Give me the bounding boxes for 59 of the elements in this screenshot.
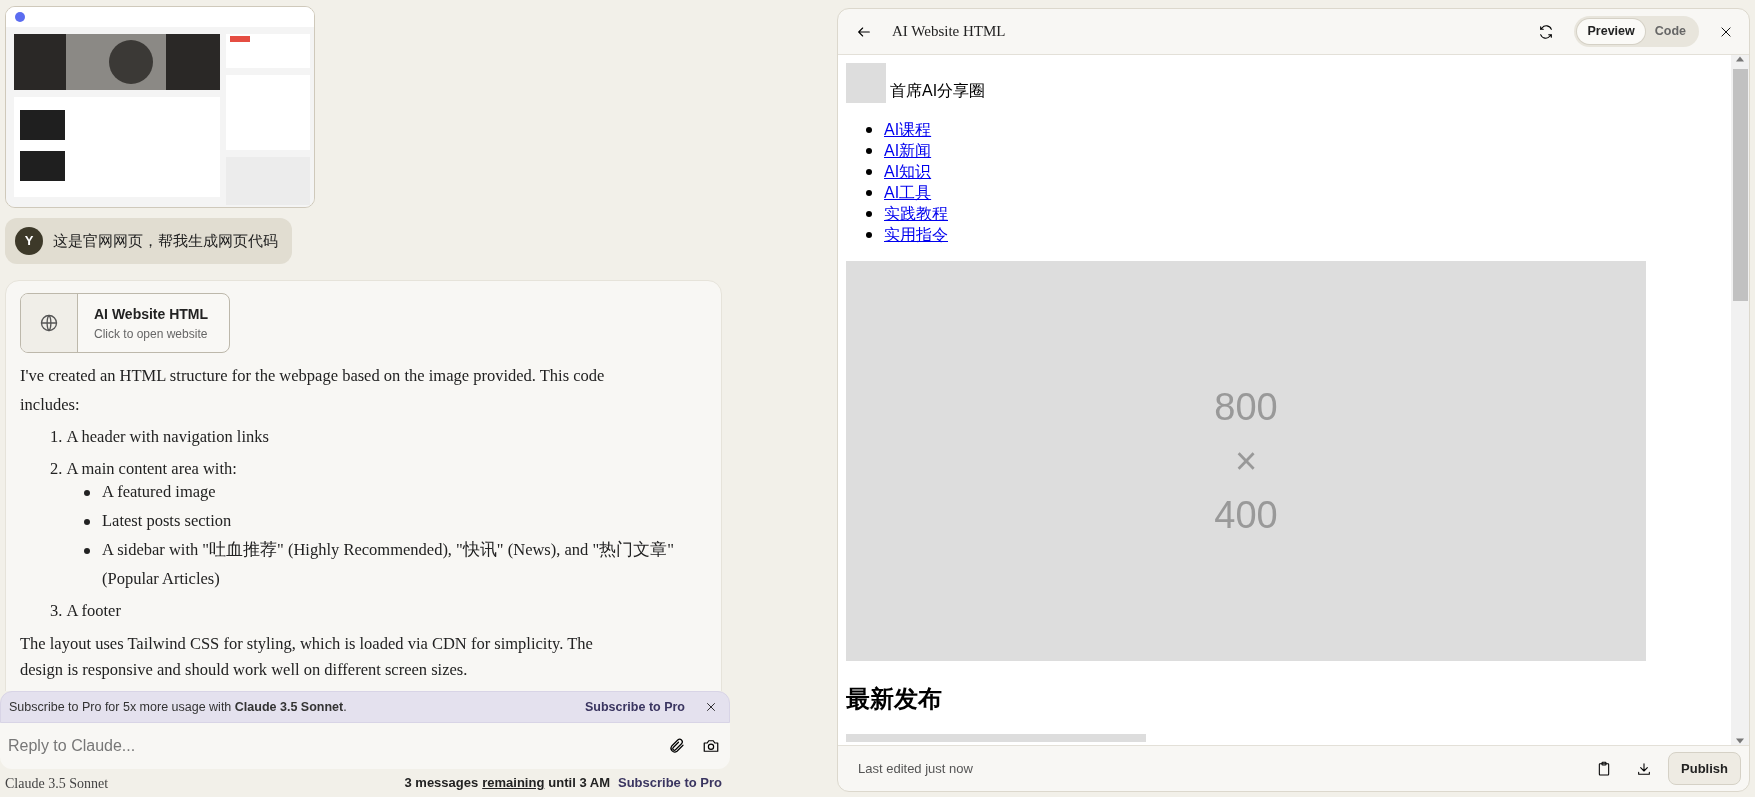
remaining-link[interactable]: remaining — [482, 773, 545, 793]
publish-button[interactable]: Publish — [1668, 751, 1741, 786]
nav-link[interactable]: AI工具 — [884, 182, 932, 203]
nav-link[interactable]: AI课程 — [884, 119, 932, 140]
section-heading: 最新发布 — [846, 685, 943, 714]
bullet-icon — [866, 168, 872, 175]
scroll-up-icon[interactable] — [1735, 55, 1745, 63]
nav-link[interactable]: 实践教程 — [884, 203, 948, 224]
close-icon — [705, 701, 717, 713]
list-number: 1. — [50, 426, 63, 448]
refresh-icon — [1538, 23, 1555, 40]
bullet-icon — [866, 147, 872, 154]
edit-status: Last edited just now — [858, 759, 974, 778]
bullet-icon — [866, 126, 872, 133]
bullet-icon — [84, 548, 90, 554]
close-icon — [1719, 24, 1733, 39]
panel-title: AI Website HTML — [892, 22, 1007, 42]
reply-box[interactable]: Reply to Claude... — [0, 723, 730, 769]
bullet-icon — [866, 189, 872, 196]
view-tab[interactable]: Preview — [1577, 19, 1645, 44]
bullet-icon — [866, 231, 872, 238]
list-item-text: A sidebar with "吐血推荐" (Highly Recommended), "快讯" (News), and "热门文章" (Popular Articles) — [102, 539, 675, 590]
globe-icon — [39, 313, 59, 333]
site-name: 首席AI分享圈 — [890, 82, 986, 99]
avatar: Y — [15, 227, 43, 255]
list-number: 2. — [50, 458, 63, 480]
nav-link[interactable]: 实用指令 — [884, 224, 948, 245]
bullet-icon — [866, 210, 872, 217]
list-item-text: A main content area with: — [66, 458, 237, 480]
message-paragraph: The layout uses Tailwind CSS for styling, which is loaded via CDN for simplicity. The design is responsive and should work well on different screen sizes. — [20, 633, 594, 681]
usage-text: 3 messages — [404, 774, 479, 793]
list-item-text: A featured image — [102, 481, 216, 503]
placeholder-dimensions: 800 × 400 — [1213, 385, 1279, 538]
logo-placeholder — [846, 63, 886, 103]
subscribe-link[interactable]: Subscribe to Pro — [584, 697, 685, 717]
model-name: Claude 3.5 Sonnet — [5, 774, 110, 793]
list-item-text: Latest posts section — [102, 510, 232, 532]
bullet-icon — [84, 519, 90, 525]
nav-link[interactable]: AI新闻 — [884, 140, 932, 161]
download-icon — [1636, 760, 1653, 777]
list-number: 3. — [50, 600, 63, 622]
usage-text: until 3 AM — [548, 774, 610, 793]
artifact-title: AI Website HTML — [94, 304, 209, 324]
bullet-icon — [84, 490, 90, 496]
subscribe-link[interactable]: Subscribe to Pro — [617, 773, 722, 793]
paperclip-icon — [668, 737, 686, 755]
scrollbar-thumb[interactable] — [1732, 69, 1748, 301]
message-text: 这是官网网页，帮我生成网页代码 — [53, 230, 278, 251]
reply-input-field[interactable]: Reply to Claude... — [6, 733, 656, 759]
camera-icon — [702, 737, 720, 755]
artifact-subtitle: Click to open website — [94, 325, 209, 343]
list-item-text: A footer — [66, 600, 121, 622]
artifact-card-button[interactable]: AI Website HTML Click to open website — [20, 293, 230, 353]
view-tab[interactable]: Code — [1644, 19, 1696, 44]
list-item-text: A header with navigation links — [66, 426, 269, 448]
upgrade-message: Subscribe to Pro for 5x more usage with Claude 3.5 Sonnet. — [9, 698, 348, 716]
nav-link[interactable]: AI知识 — [884, 161, 932, 182]
message-paragraph: I've created an HTML structure for the webpage based on the image provided. This code includes: — [20, 365, 606, 416]
scroll-down-icon[interactable] — [1735, 737, 1745, 745]
